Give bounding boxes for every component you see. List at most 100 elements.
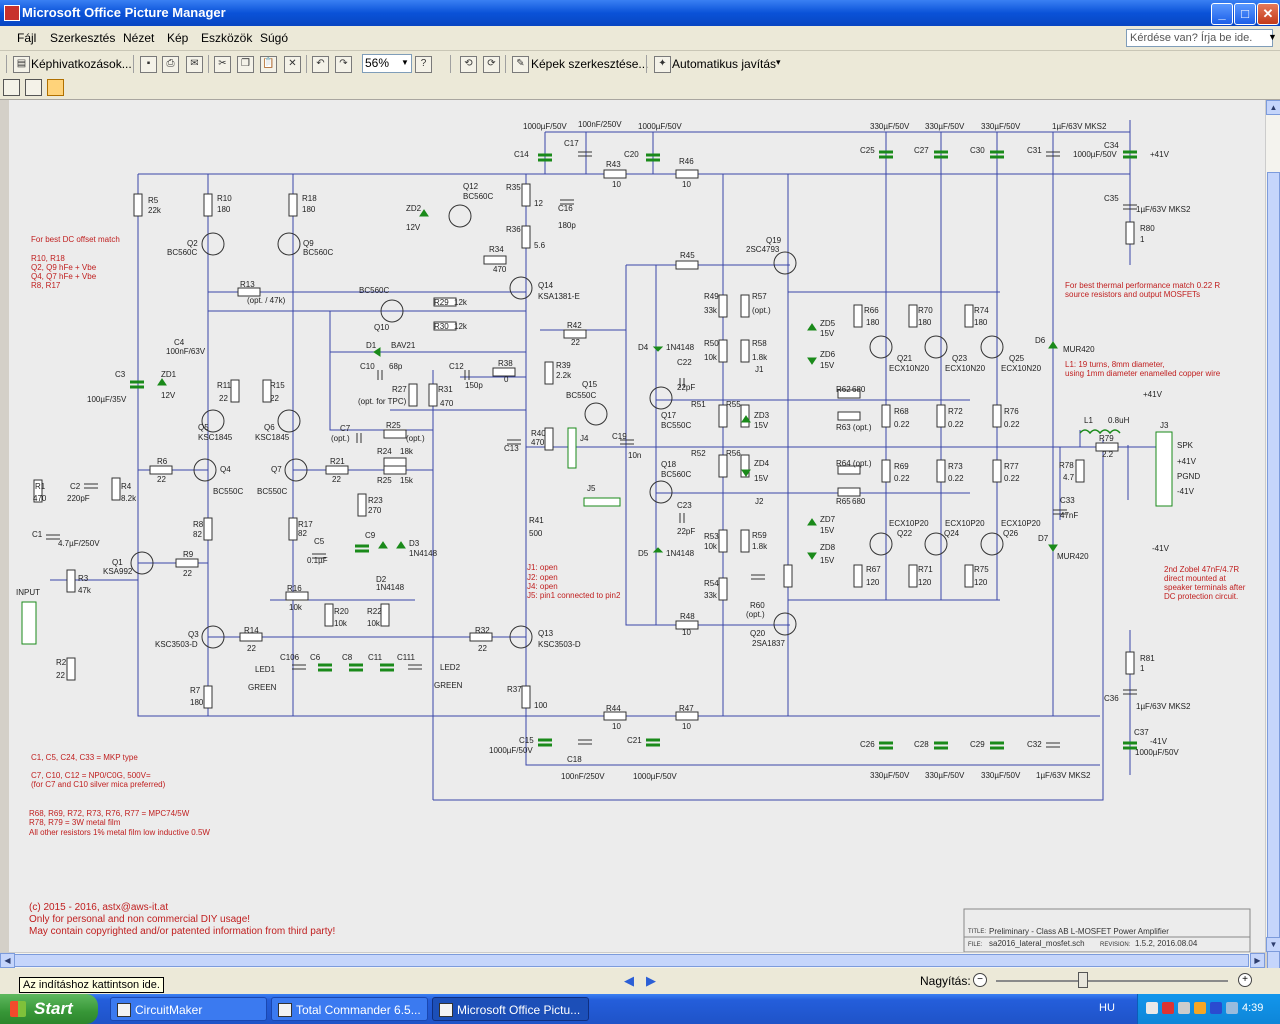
zoom-dropdown-icon[interactable]: ▼ (401, 58, 409, 67)
horizontal-scrollbar[interactable]: ◀ ▶ (0, 952, 1265, 968)
svg-text:C36: C36 (1104, 694, 1119, 703)
help-dropdown-icon[interactable]: ▼ (1268, 32, 1277, 42)
filmstrip-view-icon[interactable] (25, 79, 42, 96)
svg-text:100: 100 (534, 701, 548, 710)
windows-logo-icon (10, 1001, 26, 1017)
svg-text:L1: 19 turns, 8mm diameter,: L1: 19 turns, 8mm diameter, (1065, 360, 1165, 369)
scroll-down-icon[interactable]: ▼ (1266, 937, 1280, 952)
svg-text:22pF: 22pF (677, 383, 695, 392)
svg-text:R31: R31 (438, 385, 453, 394)
language-indicator[interactable]: HU (1099, 1002, 1115, 1014)
svg-text:120: 120 (974, 578, 988, 587)
rotate-left-icon[interactable]: ⟲ (460, 56, 477, 73)
svg-text:R22: R22 (367, 607, 382, 616)
scroll-left-icon[interactable]: ◀ (0, 953, 15, 968)
bluetooth-icon[interactable] (1210, 1002, 1222, 1014)
svg-text:C27: C27 (914, 146, 929, 155)
svg-text:C13: C13 (504, 444, 519, 453)
svg-text:C26: C26 (860, 740, 875, 749)
help-search-input[interactable]: Kérdése van? Írja be ide. (1126, 29, 1273, 47)
svg-text:L1: L1 (1084, 416, 1093, 425)
horizontal-scroll-thumb[interactable] (14, 954, 1249, 967)
undo-icon[interactable]: ↶ (312, 56, 329, 73)
power-icon[interactable] (1226, 1002, 1238, 1014)
zoom-in-icon[interactable]: + (1238, 973, 1252, 987)
minimize-button[interactable]: _ (1211, 3, 1233, 25)
svg-text:4.7µF/250V: 4.7µF/250V (58, 539, 100, 548)
rotate-right-icon[interactable]: ⟳ (483, 56, 500, 73)
volume-icon[interactable] (1194, 1002, 1206, 1014)
svg-text:22: 22 (332, 475, 341, 484)
scroll-right-icon[interactable]: ▶ (1250, 953, 1265, 968)
network-icon[interactable] (1146, 1002, 1158, 1014)
task-circuitmaker[interactable]: CircuitMaker (110, 997, 267, 1021)
menu-help[interactable]: Súgó (260, 31, 288, 45)
svg-text:C2: C2 (70, 482, 81, 491)
svg-text:R8: R8 (193, 520, 204, 529)
svg-text:R78, R79 = 3W metal film: R78, R79 = 3W metal film (29, 818, 121, 827)
svg-text:R46: R46 (679, 157, 694, 166)
menu-edit[interactable]: Szerkesztés (50, 31, 115, 45)
svg-text:330µF/50V: 330µF/50V (870, 771, 910, 780)
svg-text:ECX10P20: ECX10P20 (889, 519, 929, 528)
thumbnail-view-icon[interactable] (3, 79, 20, 96)
next-image-icon[interactable]: ▶ (646, 973, 656, 989)
security-icon[interactable] (1162, 1002, 1174, 1014)
maximize-button[interactable]: □ (1234, 3, 1256, 25)
paste-icon[interactable]: 📋 (260, 56, 277, 73)
single-view-icon[interactable] (47, 79, 64, 96)
shield-icon[interactable] (1178, 1002, 1190, 1014)
vertical-scrollbar[interactable]: ▲ ▼ (1265, 100, 1280, 982)
shortcuts-button[interactable]: Képhivatkozások... (31, 57, 132, 71)
help-icon[interactable]: ? (415, 56, 432, 73)
copy-icon[interactable]: ❐ (237, 56, 254, 73)
zoom-out-icon[interactable]: − (973, 973, 987, 987)
toolbar-options-icon[interactable]: ▾ (776, 57, 781, 68)
svg-text:Q4: Q4 (220, 465, 231, 474)
svg-text:C15: C15 (519, 736, 534, 745)
svg-text:-41V: -41V (1150, 737, 1168, 746)
email-icon[interactable]: ✉ (186, 56, 203, 73)
scroll-up-icon[interactable]: ▲ (1266, 100, 1280, 115)
cut-icon[interactable]: ✂ (214, 56, 231, 73)
zoom-slider-thumb[interactable] (1078, 972, 1088, 988)
menu-view[interactable]: Nézet (123, 31, 154, 45)
svg-text:180: 180 (302, 205, 316, 214)
svg-text:220pF: 220pF (67, 494, 90, 503)
svg-text:C35: C35 (1104, 194, 1119, 203)
svg-text:(opt. / 47k): (opt. / 47k) (247, 296, 286, 305)
delete-icon[interactable]: ✕ (284, 56, 301, 73)
svg-text:180p: 180p (558, 221, 576, 230)
edit-images-button[interactable]: Képek szerkesztése... (531, 57, 648, 71)
svg-text:For best thermal performance m: For best thermal performance match 0.22 … (1065, 281, 1220, 290)
menu-image[interactable]: Kép (167, 31, 188, 45)
menu-file[interactable]: Fájl (17, 31, 36, 45)
svg-text:0.1µF: 0.1µF (307, 556, 328, 565)
svg-text:R78: R78 (1059, 461, 1074, 470)
menu-tools[interactable]: Eszközök (201, 31, 252, 45)
svg-text:470: 470 (33, 494, 47, 503)
svg-text:R30: R30 (434, 322, 449, 331)
svg-text:(opt.): (opt.) (331, 434, 350, 443)
svg-text:10: 10 (682, 180, 691, 189)
task-picture-manager[interactable]: Microsoft Office Pictu... (432, 997, 589, 1021)
zoom-slider-track[interactable] (996, 980, 1228, 982)
task-total-commander[interactable]: Total Commander 6.5... (271, 997, 428, 1021)
start-button[interactable]: Start (0, 994, 98, 1024)
image-canvas[interactable]: R5 22k R10 180 R18 180 Q2 BC560C Q9 BC560C Q1… (9, 100, 1265, 952)
svg-text:R42: R42 (567, 321, 582, 330)
svg-text:C8: C8 (342, 653, 353, 662)
print-icon[interactable]: ⎙ (162, 56, 179, 73)
close-button[interactable]: ✕ (1257, 3, 1279, 25)
auto-fix-button[interactable]: Automatikus javítás (672, 57, 776, 71)
svg-text:15V: 15V (820, 329, 835, 338)
svg-text:R29: R29 (434, 298, 449, 307)
svg-text:R50: R50 (704, 339, 719, 348)
redo-icon[interactable]: ↷ (335, 56, 352, 73)
vertical-scroll-thumb[interactable] (1267, 172, 1280, 982)
svg-text:D4: D4 (638, 343, 649, 352)
svg-text:R20: R20 (334, 607, 349, 616)
previous-image-icon[interactable]: ◀ (624, 973, 634, 989)
start-label: Start (34, 999, 73, 1018)
save-icon[interactable]: ▪ (140, 56, 157, 73)
